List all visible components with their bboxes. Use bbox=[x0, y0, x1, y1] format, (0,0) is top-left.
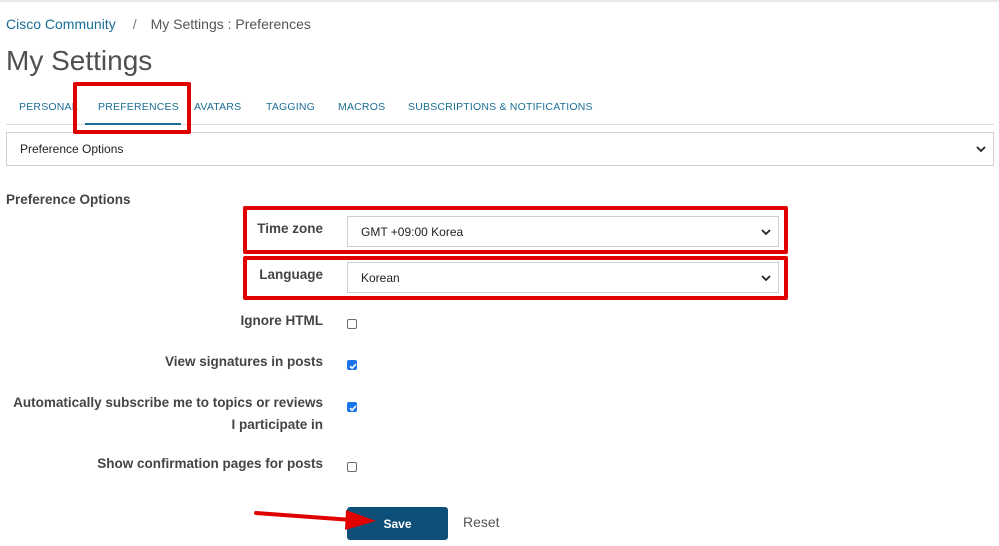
auto-subscribe-checkbox[interactable] bbox=[347, 402, 357, 412]
ignore-html-checkbox[interactable] bbox=[347, 319, 357, 329]
view-signatures-label: View signatures in posts bbox=[164, 354, 323, 369]
language-select-value: Korean bbox=[361, 270, 400, 285]
breadcrumb-home-link[interactable]: Cisco Community bbox=[6, 16, 116, 32]
timezone-select-value: GMT +09:00 Korea bbox=[361, 224, 464, 239]
top-divider bbox=[0, 0, 999, 2]
auto-subscribe-label-line2: I participate in bbox=[231, 417, 323, 432]
tab-macros[interactable]: MACROS bbox=[338, 101, 385, 113]
chevron-down-icon bbox=[976, 146, 986, 153]
arrow-icon bbox=[254, 510, 376, 530]
auto-subscribe-label-line1: Automatically subscribe me to topics or … bbox=[13, 395, 323, 410]
settings-tabs: PERSONAL PREFERENCES AVATARS TAGGING MAC… bbox=[6, 90, 994, 125]
chevron-down-icon bbox=[761, 228, 771, 235]
timezone-label: Time zone bbox=[257, 221, 323, 236]
tab-tagging[interactable]: TAGGING bbox=[266, 101, 315, 113]
timezone-select[interactable]: GMT +09:00 Korea bbox=[347, 216, 779, 247]
show-confirmation-label: Show confirmation pages for posts bbox=[97, 456, 323, 471]
section-title: Preference Options bbox=[6, 192, 131, 207]
breadcrumb-separator: / bbox=[132, 16, 137, 32]
tab-subscriptions-notifications[interactable]: SUBSCRIPTIONS & NOTIFICATIONS bbox=[408, 101, 593, 113]
checkmark-icon bbox=[349, 405, 357, 412]
language-select[interactable]: Korean bbox=[347, 262, 779, 293]
active-tab-indicator bbox=[85, 123, 181, 125]
chevron-down-icon bbox=[761, 274, 771, 281]
section-select[interactable]: Preference Options bbox=[6, 132, 994, 166]
language-label: Language bbox=[259, 267, 323, 282]
breadcrumb-current: My Settings : Preferences bbox=[150, 16, 311, 32]
section-select-value: Preference Options bbox=[20, 142, 124, 156]
checkmark-icon bbox=[349, 363, 357, 370]
tab-personal[interactable]: PERSONAL bbox=[19, 101, 78, 113]
page-title: My Settings bbox=[6, 45, 153, 76]
tab-avatars[interactable]: AVATARS bbox=[194, 101, 241, 113]
ignore-html-label: Ignore HTML bbox=[240, 313, 324, 328]
view-signatures-checkbox[interactable] bbox=[347, 360, 357, 370]
breadcrumb: Cisco Community / My Settings : Preferen… bbox=[6, 16, 311, 32]
tab-preferences[interactable]: PREFERENCES bbox=[98, 101, 179, 113]
auto-subscribe-label: Automatically subscribe me to topics or … bbox=[0, 392, 323, 436]
reset-button[interactable]: Reset bbox=[463, 514, 500, 530]
show-confirmation-checkbox[interactable] bbox=[347, 462, 357, 472]
